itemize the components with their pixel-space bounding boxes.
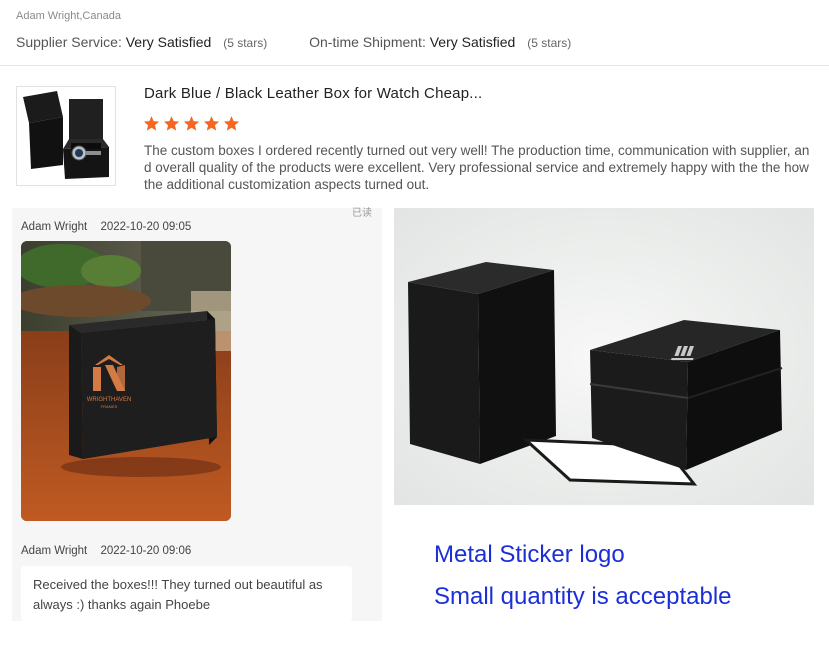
message-date: 2022-10-20 09:05 <box>100 221 192 233</box>
star-icon <box>203 116 220 131</box>
message-author: Adam Wright <box>21 221 88 233</box>
section-divider <box>0 65 829 66</box>
promo-line-1: Metal Sticker logo <box>434 541 625 568</box>
shipment-stars: (5 stars) <box>527 36 572 50</box>
star-icon <box>163 116 180 131</box>
star-icon <box>183 116 200 131</box>
message-bubble: Received the boxes!!! They turned out be… <box>21 566 352 621</box>
read-status-tag: 已读 <box>352 208 372 219</box>
review-text: The custom boxes I ordered recently turn… <box>144 143 810 192</box>
message-meta: Adam Wright 2022-10-20 09:06 <box>21 545 191 557</box>
promo-line-2: Small quantity is acceptable <box>434 583 732 610</box>
conversation-panel: 已读 Adam Wright 2022-10-20 09:05 WRIGHTHA… <box>12 208 382 621</box>
star-icon <box>143 116 160 131</box>
product-photo[interactable] <box>394 208 814 505</box>
supplier-service-value: Very Satisfied <box>125 34 212 50</box>
shipment-label: On-time Shipment: <box>309 34 426 50</box>
supplier-service-label: Supplier Service: <box>16 34 122 50</box>
message-meta: Adam Wright 2022-10-20 09:05 <box>21 221 191 233</box>
photo-logo-brand: WRIGHTHAVEN <box>87 397 132 403</box>
shipment-rating: On-time Shipment: Very Satisfied (5 star… <box>309 34 571 50</box>
reviewer-name: Adam Wright,Canada <box>16 10 121 22</box>
review-star-rating <box>143 115 240 132</box>
customer-photo[interactable]: WRIGHTHAVEN FRAMES <box>21 241 231 521</box>
product-title-link[interactable]: Dark Blue / Black Leather Box for Watch … <box>144 85 482 102</box>
message-date: 2022-10-20 09:06 <box>100 545 192 557</box>
rating-summary: Supplier Service: Very Satisfied (5 star… <box>16 34 571 50</box>
product-thumbnail[interactable] <box>16 86 116 186</box>
message-author: Adam Wright <box>21 545 88 557</box>
photo-logo-sub: FRAMES <box>101 404 118 409</box>
star-icon <box>223 116 240 131</box>
supplier-service-stars: (5 stars) <box>223 36 268 50</box>
shipment-value: Very Satisfied <box>429 34 516 50</box>
supplier-service-rating: Supplier Service: Very Satisfied (5 star… <box>16 34 267 50</box>
